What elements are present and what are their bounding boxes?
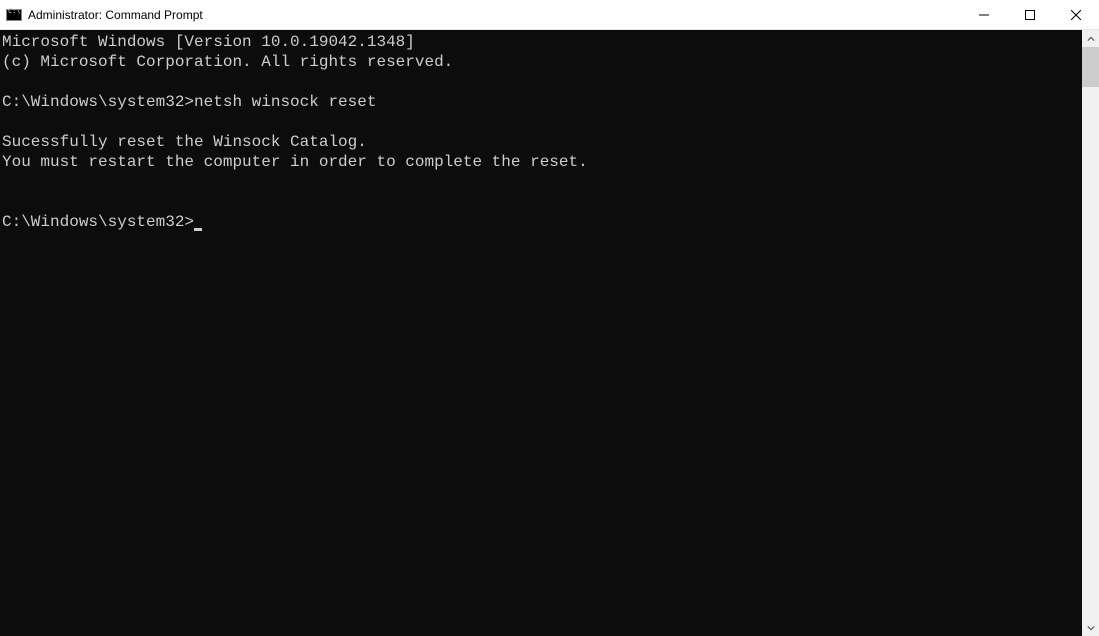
scroll-up-button[interactable] (1082, 30, 1099, 47)
titlebar: C:\ Administrator: Command Prompt (0, 0, 1099, 30)
scrollbar-track[interactable] (1082, 47, 1099, 619)
maximize-button[interactable] (1007, 0, 1053, 29)
cmd-icon: C:\ (6, 7, 22, 23)
minimize-button[interactable] (961, 0, 1007, 29)
terminal-line: You must restart the computer in order t… (2, 153, 588, 171)
scroll-down-button[interactable] (1082, 619, 1099, 636)
terminal-line: (c) Microsoft Corporation. All rights re… (2, 53, 453, 71)
terminal-prompt: C:\Windows\system32> (2, 213, 194, 231)
terminal-line: Microsoft Windows [Version 10.0.19042.13… (2, 33, 415, 51)
content-area: Microsoft Windows [Version 10.0.19042.13… (0, 30, 1099, 636)
vertical-scrollbar (1082, 30, 1099, 636)
cursor (194, 228, 202, 231)
terminal-line: Sucessfully reset the Winsock Catalog. (2, 133, 367, 151)
terminal-line: C:\Windows\system32>netsh winsock reset (2, 93, 376, 111)
terminal-output[interactable]: Microsoft Windows [Version 10.0.19042.13… (0, 30, 1082, 636)
close-button[interactable] (1053, 0, 1099, 29)
scrollbar-thumb[interactable] (1082, 47, 1099, 87)
window-title: Administrator: Command Prompt (28, 8, 961, 22)
command-prompt-window: C:\ Administrator: Command Prompt Micros… (0, 0, 1099, 636)
window-controls (961, 0, 1099, 29)
